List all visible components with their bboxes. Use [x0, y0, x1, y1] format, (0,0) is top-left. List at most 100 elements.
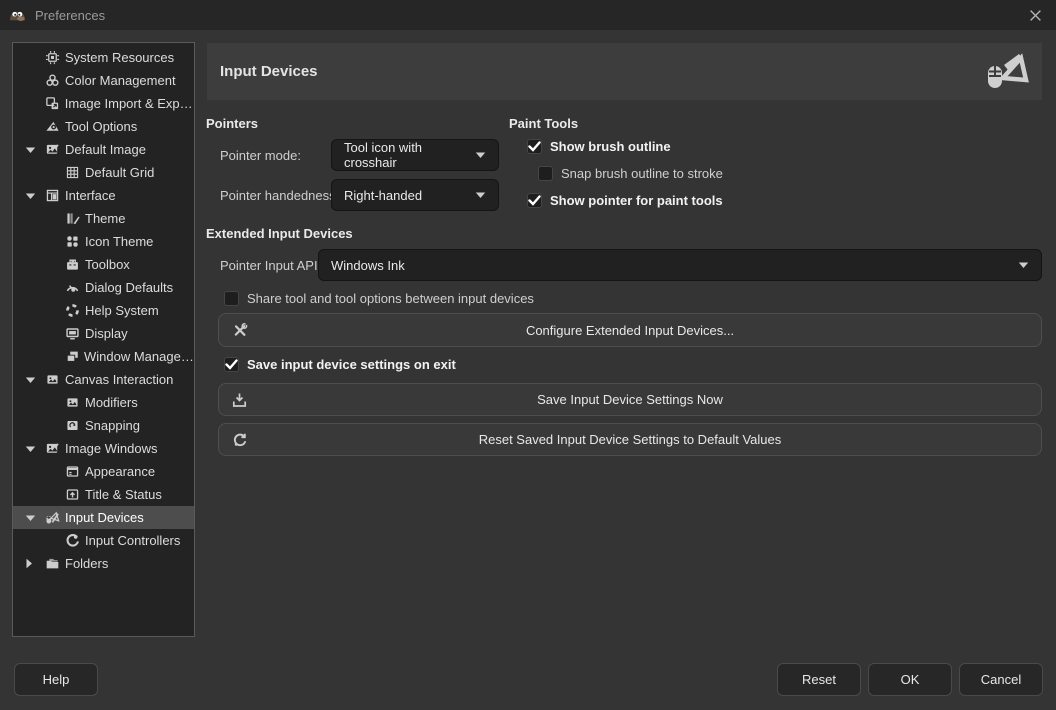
chevron-down-icon	[1018, 261, 1029, 269]
save-icon	[232, 392, 247, 408]
ok-button[interactable]: OK	[868, 663, 952, 696]
sidebar-item-label: Help System	[85, 303, 159, 318]
sidebar-item-system-resources[interactable]: System Resources	[13, 46, 194, 69]
expander-right-icon[interactable]	[25, 558, 45, 569]
paint-tools-heading: Paint Tools	[509, 116, 578, 131]
window-title: Preferences	[35, 8, 105, 23]
sidebar-item-label: Interface	[65, 188, 116, 203]
pointer-handedness-label: Pointer handedness:	[220, 188, 339, 203]
expander-down-icon[interactable]	[25, 146, 45, 154]
sidebar-item-default-image[interactable]: Default Image	[13, 138, 194, 161]
appearance-icon	[65, 464, 81, 479]
pointer-input-api-value: Windows Ink	[331, 258, 405, 273]
import-export-icon	[45, 96, 61, 111]
sidebar-item-label: Default Grid	[85, 165, 154, 180]
pointer-mode-dropdown[interactable]: Tool icon with crosshair	[331, 139, 499, 171]
sidebar-item-label: Dialog Defaults	[85, 280, 173, 295]
show-pointer-paint-tools-checkbox[interactable]	[527, 193, 542, 208]
sidebar-item-label: Input Devices	[65, 510, 144, 525]
color-circles-icon	[45, 73, 61, 88]
button-label: Save Input Device Settings Now	[219, 392, 1041, 407]
pointer-input-api-label: Pointer Input API:	[220, 258, 321, 273]
snap-brush-outline-row[interactable]: Snap brush outline to stroke	[538, 166, 723, 182]
show-brush-outline-row[interactable]: Show brush outline	[527, 139, 671, 155]
canvas-icon	[45, 372, 61, 387]
button-label: Cancel	[981, 672, 1021, 687]
title-status-icon	[65, 487, 81, 502]
chevron-down-icon	[475, 151, 486, 159]
extended-input-devices-heading: Extended Input Devices	[206, 226, 353, 241]
folder-icon	[45, 556, 61, 571]
sidebar-item-folders[interactable]: Folders	[13, 552, 194, 575]
pointer-handedness-dropdown[interactable]: Right-handed	[331, 179, 499, 211]
snap-brush-outline-checkbox[interactable]	[538, 166, 553, 181]
save-on-exit-checkbox[interactable]	[224, 357, 239, 372]
checkbox-label: Show brush outline	[550, 139, 671, 155]
tools-icon	[232, 322, 248, 338]
lifebuoy-icon	[65, 303, 81, 318]
show-pointer-paint-tools-row[interactable]: Show pointer for paint tools	[527, 193, 723, 209]
sidebar-item-color-management[interactable]: Color Management	[13, 69, 194, 92]
sidebar-item-label: Appearance	[85, 464, 155, 479]
canvas-icon	[65, 395, 81, 410]
sidebar-item-snapping[interactable]: Snapping	[13, 414, 194, 437]
expander-down-icon[interactable]	[25, 514, 45, 522]
sidebar-item-tool-options[interactable]: Tool Options	[13, 115, 194, 138]
sidebar-item-theme[interactable]: Theme	[13, 207, 194, 230]
photo-icon	[45, 441, 61, 456]
sidebar-item-window-management[interactable]: Window Management	[13, 345, 194, 368]
sidebar-item-label: Folders	[65, 556, 108, 571]
chevron-down-icon	[475, 191, 486, 199]
checkbox-label: Snap brush outline to stroke	[561, 166, 723, 182]
sidebar-item-icon-theme[interactable]: Icon Theme	[13, 230, 194, 253]
sidebar-item-label: Tool Options	[65, 119, 137, 134]
pointer-input-api-dropdown[interactable]: Windows Ink	[318, 249, 1042, 281]
input-devices-header-icon	[982, 50, 1032, 99]
sidebar-item-interface[interactable]: Interface	[13, 184, 194, 207]
sidebar-item-label: Window Management	[84, 349, 194, 364]
button-label: Help	[43, 672, 70, 687]
sidebar-item-image-import-export[interactable]: Image Import & Export	[13, 92, 194, 115]
dial-icon	[65, 280, 81, 295]
expander-down-icon[interactable]	[25, 192, 45, 200]
reset-icon	[232, 432, 248, 448]
reset-button[interactable]: Reset	[777, 663, 861, 696]
button-label: Configure Extended Input Devices...	[219, 323, 1041, 338]
checkbox-label: Save input device settings on exit	[247, 357, 456, 373]
cancel-button[interactable]: Cancel	[959, 663, 1043, 696]
expander-down-icon[interactable]	[25, 445, 45, 453]
save-input-device-settings-button[interactable]: Save Input Device Settings Now	[218, 383, 1042, 416]
sidebar-item-label: Toolbox	[85, 257, 130, 272]
share-tool-options-row[interactable]: Share tool and tool options between inpu…	[224, 291, 534, 307]
gimp-wilber-icon	[8, 8, 27, 23]
sidebar-item-toolbox[interactable]: Toolbox	[13, 253, 194, 276]
checkbox-label: Share tool and tool options between inpu…	[247, 291, 534, 307]
show-brush-outline-checkbox[interactable]	[527, 139, 542, 154]
share-tool-options-checkbox[interactable]	[224, 291, 239, 306]
sidebar-item-modifiers[interactable]: Modifiers	[13, 391, 194, 414]
sidebar-item-image-windows[interactable]: Image Windows	[13, 437, 194, 460]
sidebar-item-appearance[interactable]: Appearance	[13, 460, 194, 483]
sidebar-item-help-system[interactable]: Help System	[13, 299, 194, 322]
grid-icon	[65, 165, 81, 180]
sidebar-item-input-devices[interactable]: Input Devices	[13, 506, 194, 529]
sidebar-item-label: Modifiers	[85, 395, 138, 410]
sidebar-item-label: Snapping	[85, 418, 140, 433]
help-button[interactable]: Help	[14, 663, 98, 696]
save-on-exit-row[interactable]: Save input device settings on exit	[224, 357, 456, 373]
interface-icon	[45, 188, 61, 203]
button-label: Reset	[802, 672, 836, 687]
reset-saved-input-device-settings-button[interactable]: Reset Saved Input Device Settings to Def…	[218, 423, 1042, 456]
page-title: Input Devices	[220, 63, 318, 80]
close-icon[interactable]	[1024, 5, 1046, 25]
icon-theme-icon	[65, 234, 81, 249]
sidebar-item-default-grid[interactable]: Default Grid	[13, 161, 194, 184]
page-header: Input Devices	[207, 43, 1042, 100]
configure-extended-input-devices-button[interactable]: Configure Extended Input Devices...	[218, 313, 1042, 347]
expander-down-icon[interactable]	[25, 376, 45, 384]
sidebar-item-input-controllers[interactable]: Input Controllers	[13, 529, 194, 552]
sidebar-item-canvas-interaction[interactable]: Canvas Interaction	[13, 368, 194, 391]
sidebar-item-display[interactable]: Display	[13, 322, 194, 345]
sidebar-item-title-status[interactable]: Title & Status	[13, 483, 194, 506]
sidebar-item-dialog-defaults[interactable]: Dialog Defaults	[13, 276, 194, 299]
